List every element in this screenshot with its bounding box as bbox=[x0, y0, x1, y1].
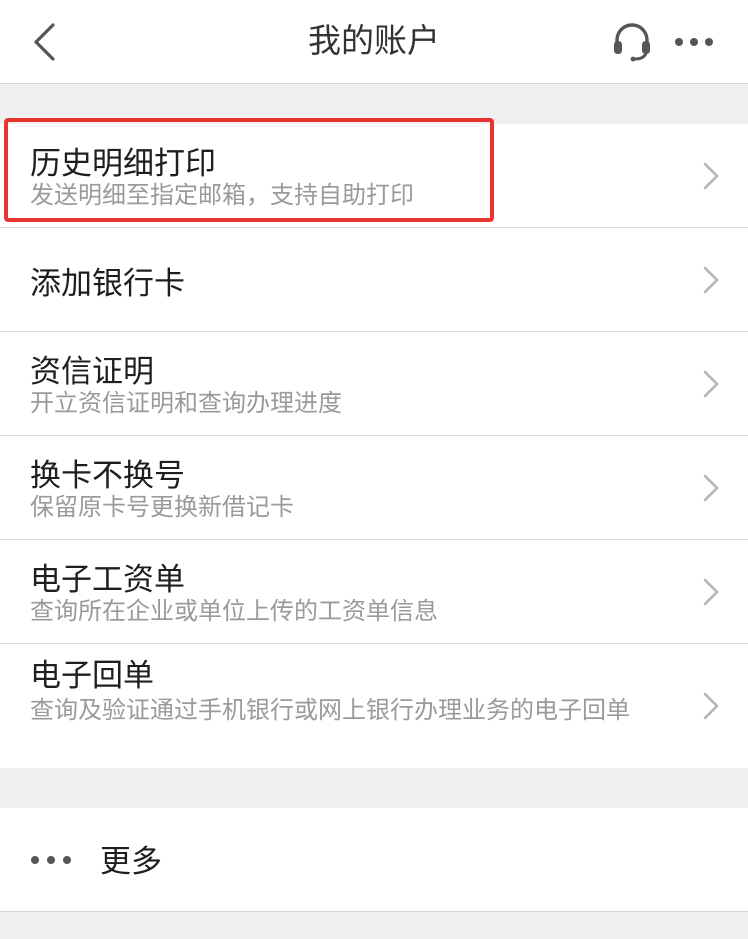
headset-icon bbox=[614, 23, 650, 62]
menu-item-title: 添加银行卡 bbox=[30, 266, 185, 302]
menu-item-credit-certificate[interactable]: 资信证明 开立资信证明和查询办理进度 bbox=[0, 332, 748, 436]
account-menu-list: 历史明细打印 发送明细至指定邮箱，支持自助打印 添加银行卡 资信证明 开立资信证… bbox=[0, 124, 748, 768]
menu-item-title: 资信证明 bbox=[30, 354, 154, 390]
more-label: 更多 bbox=[100, 844, 162, 880]
back-button[interactable] bbox=[22, 18, 66, 66]
menu-item-card-replacement[interactable]: 换卡不换号 保留原卡号更换新借记卡 bbox=[0, 436, 748, 540]
more-row[interactable]: 更多 bbox=[0, 808, 748, 912]
menu-item-subtitle: 查询所在企业或单位上传的工资单信息 bbox=[30, 597, 438, 625]
menu-item-subtitle: 查询及验证通过手机银行或网上银行办理业务的电子回单 bbox=[30, 696, 630, 724]
menu-item-title: 电子回单 bbox=[30, 658, 154, 694]
chevron-right-icon bbox=[703, 162, 719, 190]
chevron-left-icon bbox=[34, 23, 55, 61]
menu-item-title: 电子工资单 bbox=[30, 562, 185, 598]
menu-item-title: 历史明细打印 bbox=[30, 146, 216, 182]
menu-item-e-payslip[interactable]: 电子工资单 查询所在企业或单位上传的工资单信息 bbox=[0, 540, 748, 644]
menu-item-subtitle: 保留原卡号更换新借记卡 bbox=[30, 493, 294, 521]
menu-item-history-print[interactable]: 历史明细打印 发送明细至指定邮箱，支持自助打印 bbox=[0, 124, 748, 228]
ellipsis-icon bbox=[30, 848, 72, 872]
chevron-right-icon bbox=[703, 370, 719, 398]
menu-item-e-receipt[interactable]: 电子回单 查询及验证通过手机银行或网上银行办理业务的电子回单 bbox=[0, 644, 748, 768]
menu-item-title: 换卡不换号 bbox=[30, 458, 185, 494]
more-horizontal-icon bbox=[675, 38, 713, 46]
menu-item-subtitle: 发送明细至指定邮箱，支持自助打印 bbox=[30, 181, 414, 209]
chevron-right-icon bbox=[703, 692, 719, 720]
customer-service-button[interactable] bbox=[606, 20, 658, 64]
chevron-right-icon bbox=[703, 578, 719, 606]
menu-item-add-bank-card[interactable]: 添加银行卡 bbox=[0, 228, 748, 332]
chevron-right-icon bbox=[703, 474, 719, 502]
nav-bar: 我的账户 bbox=[0, 0, 748, 84]
more-menu-button[interactable] bbox=[668, 20, 720, 64]
chevron-right-icon bbox=[703, 266, 719, 294]
menu-item-subtitle: 开立资信证明和查询办理进度 bbox=[30, 389, 342, 417]
